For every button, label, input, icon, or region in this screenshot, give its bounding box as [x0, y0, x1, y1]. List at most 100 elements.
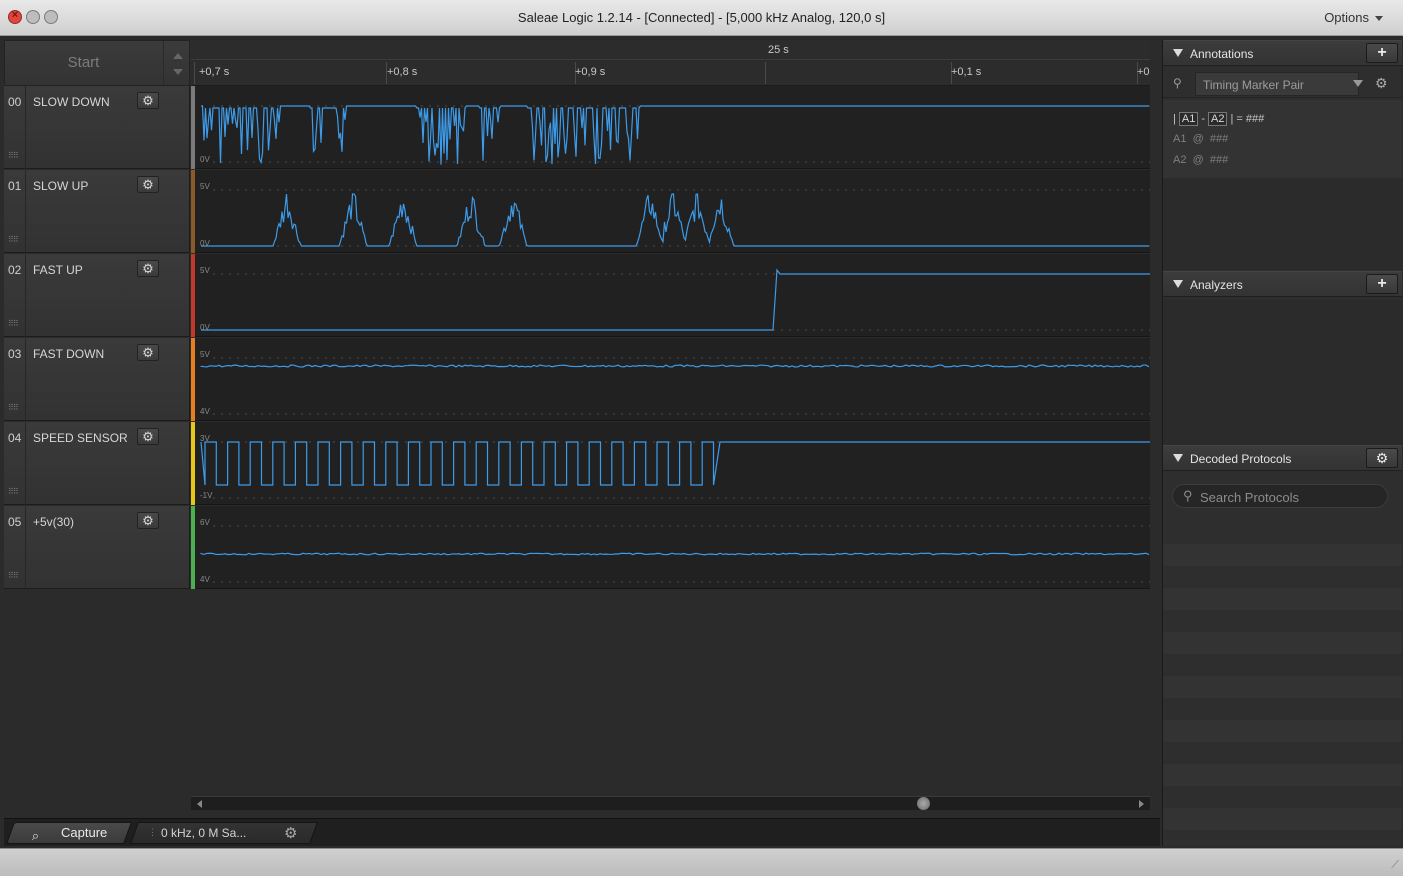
- timeline-ruler[interactable]: 25 s +0,7 s +0,8 s +0,9 s +0,1 s +0: [191, 40, 1150, 86]
- decoded-settings-button[interactable]: ⚙: [1366, 448, 1398, 468]
- annotations-header[interactable]: Annotations +: [1163, 40, 1402, 66]
- tick-line: [765, 62, 766, 84]
- channel-waveform[interactable]: 6V 4V: [195, 506, 1150, 589]
- start-button[interactable]: Start: [5, 41, 162, 85]
- capture-label: Capture: [61, 825, 108, 840]
- voltage-bottom-label: 4V: [200, 407, 210, 416]
- diff-value: = ###: [1236, 113, 1265, 125]
- channel-name[interactable]: SLOW DOWN: [33, 95, 110, 109]
- sample-rate-text[interactable]: 0 kHz, 0 M Sa...: [161, 826, 246, 840]
- collapse-triangle-icon[interactable]: [1173, 454, 1183, 462]
- analyzers-header[interactable]: Analyzers +: [1163, 271, 1402, 297]
- channel-label-panel[interactable]: 00 ⠿⠿ SLOW DOWN ⚙: [4, 86, 190, 169]
- a2-value: ###: [1209, 154, 1229, 166]
- channel-label-panel[interactable]: 04 ⠿⠿ SPEED SENSOR ⚙: [4, 422, 190, 505]
- add-analyzer-button[interactable]: +: [1366, 274, 1398, 294]
- channel-settings-button[interactable]: ⚙: [137, 260, 159, 277]
- a1-value: ###: [1209, 133, 1229, 145]
- channel-settings-button[interactable]: ⚙: [137, 512, 159, 529]
- annotation-settings-gear-icon[interactable]: ⚙: [1375, 75, 1388, 92]
- channel-waveform[interactable]: 3V -1V: [195, 422, 1150, 505]
- channel-label-panel[interactable]: 03 ⠿⠿ FAST DOWN ⚙: [4, 338, 190, 421]
- voltage-top-label: 5V: [200, 266, 210, 275]
- a2-label: A2: [1173, 154, 1187, 166]
- drag-handle-icon[interactable]: ⠿⠿: [8, 487, 19, 496]
- signal-trace: [201, 193, 1149, 247]
- drag-handle-icon[interactable]: ⠿⠿: [8, 235, 19, 244]
- voltage-bottom-label: 4V: [200, 575, 210, 584]
- channel-label-panel[interactable]: 02 ⠿⠿ FAST UP ⚙: [4, 254, 190, 337]
- at-symbol: @: [1192, 154, 1204, 166]
- channel-waveform[interactable]: 5V 4V: [195, 338, 1150, 421]
- drag-handle-icon[interactable]: ⠿⠿: [8, 319, 19, 328]
- voltage-top-label: 6V: [200, 518, 210, 527]
- a1-label: A1: [1173, 133, 1187, 145]
- search-protocols-input[interactable]: [1200, 489, 1380, 505]
- channel-waveform[interactable]: 0V: [195, 86, 1150, 169]
- right-panel: Annotations + ⚲ Timing Marker Pair ⚙ | A1…: [1162, 40, 1402, 846]
- channel-settings-button[interactable]: ⚙: [137, 92, 159, 109]
- channel-label-panel[interactable]: 01 ⠿⠿ SLOW UP ⚙: [4, 170, 190, 253]
- waveform-svg: [200, 525, 1150, 583]
- marker-a2-tag[interactable]: A2: [1208, 112, 1228, 126]
- resize-grip-icon[interactable]: ⟋: [1391, 859, 1399, 872]
- arrow-down-icon[interactable]: [173, 69, 183, 75]
- capture-button[interactable]: ⌕ Capture: [5, 822, 133, 844]
- title-bar: × Saleae Logic 1.2.14 - [Connected] - [5…: [0, 0, 1403, 36]
- channel-name[interactable]: SLOW UP: [33, 179, 88, 193]
- grip-icon: ⋮: [148, 827, 157, 837]
- channel-label-panel[interactable]: 05 ⠿⠿ +5v(30) ⚙: [4, 506, 190, 589]
- channel-name[interactable]: FAST UP: [33, 263, 83, 277]
- scroll-right-icon[interactable]: [1139, 800, 1144, 808]
- channel-row: 04 ⠿⠿ SPEED SENSOR ⚙ 3V -1V: [4, 422, 1150, 506]
- scroll-left-icon[interactable]: [197, 800, 202, 808]
- decoded-protocols-list[interactable]: [1163, 522, 1402, 846]
- timing-marker-row: ⚲ Timing Marker Pair ⚙: [1163, 70, 1402, 98]
- analyzers-list: [1163, 300, 1402, 445]
- separator: -: [1201, 113, 1205, 125]
- scroll-thumb[interactable]: [917, 797, 930, 810]
- drag-handle-icon[interactable]: ⠿⠿: [8, 151, 19, 160]
- drag-handle-icon[interactable]: ⠿⠿: [8, 403, 19, 412]
- pin-icon[interactable]: ⚲: [1173, 76, 1182, 90]
- collapse-triangle-icon[interactable]: [1173, 280, 1183, 288]
- gear-icon: ⚙: [142, 345, 154, 360]
- signal-trace: [201, 105, 1149, 165]
- channel-settings-button[interactable]: ⚙: [137, 344, 159, 361]
- options-label: Options: [1324, 10, 1369, 25]
- channel-settings-button[interactable]: ⚙: [137, 176, 159, 193]
- collapse-triangle-icon[interactable]: [1173, 49, 1183, 57]
- start-scroll-control[interactable]: [163, 41, 190, 85]
- gear-icon: ⚙: [142, 429, 154, 444]
- capture-icon: ⌕: [31, 828, 40, 843]
- ruler-top: 25 s: [191, 40, 1150, 60]
- at-symbol: @: [1192, 133, 1204, 145]
- gear-icon: ⚙: [142, 261, 154, 276]
- voltage-bottom-label: 0V: [200, 323, 210, 332]
- options-menu-button[interactable]: Options: [1324, 10, 1383, 25]
- annotation-measurements: | A1- A2 | = ### A1 @ ### A2 @ ###: [1163, 100, 1402, 178]
- marker-a1-tag[interactable]: A1: [1178, 112, 1199, 126]
- tick-label: +0: [1137, 66, 1150, 78]
- drag-handle-icon[interactable]: ⠿⠿: [8, 571, 19, 580]
- channel-name[interactable]: SPEED SENSOR: [33, 431, 128, 445]
- protocol-search-box[interactable]: ⚲: [1172, 484, 1388, 508]
- chevron-down-icon[interactable]: [1353, 80, 1363, 87]
- arrow-up-icon[interactable]: [173, 53, 183, 59]
- channel-waveform[interactable]: 5V 0V: [195, 170, 1150, 253]
- channel-name[interactable]: +5v(30): [33, 515, 74, 529]
- signal-trace: [200, 364, 1150, 368]
- channel-settings-button[interactable]: ⚙: [137, 428, 159, 445]
- add-annotation-button[interactable]: +: [1366, 43, 1398, 63]
- capture-settings-gear-icon[interactable]: ⚙: [284, 824, 297, 842]
- decoded-protocols-title: Decoded Protocols: [1190, 452, 1292, 466]
- annotations-empty-area: [1163, 178, 1402, 270]
- decoded-protocols-header[interactable]: Decoded Protocols ⚙: [1163, 445, 1402, 471]
- timing-marker-label: Timing Marker Pair: [1203, 78, 1304, 92]
- channel-row: 00 ⠿⠿ SLOW DOWN ⚙ 0V: [4, 86, 1150, 170]
- tick-label: +0,7 s: [199, 66, 230, 78]
- channel-waveform[interactable]: 5V 0V: [195, 254, 1150, 337]
- channel-name[interactable]: FAST DOWN: [33, 347, 104, 361]
- chevron-down-icon: [1375, 16, 1383, 22]
- horizontal-scrollbar[interactable]: [191, 796, 1150, 810]
